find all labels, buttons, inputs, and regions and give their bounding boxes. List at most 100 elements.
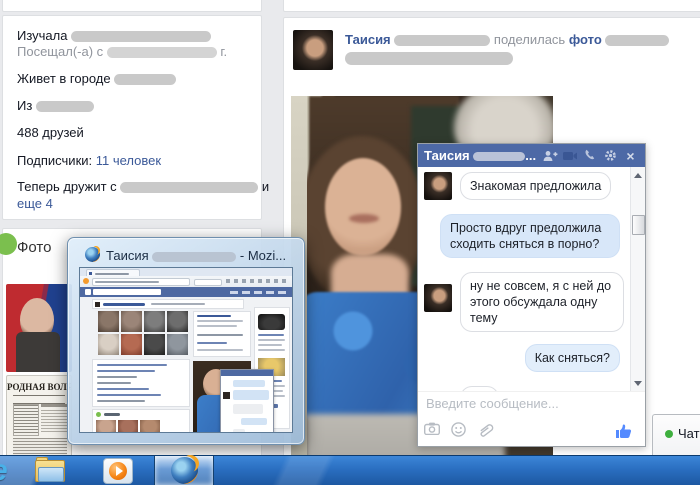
preview-name-strip bbox=[92, 299, 244, 309]
chat-message-area: Знакомая предложила Просто вдруг предолж… bbox=[418, 167, 645, 392]
about-attended: Посещал(-а) с г. bbox=[17, 44, 227, 59]
preview-photos-card bbox=[92, 409, 190, 433]
chat-footer bbox=[418, 391, 645, 446]
preview-post-card bbox=[193, 311, 251, 357]
desktop-screen: Изучала Посещал(-а) с г. Живет в городе … bbox=[0, 0, 700, 485]
preview-ad-car-image bbox=[258, 314, 285, 330]
windows-explorer-icon bbox=[35, 460, 65, 482]
more-friends-link[interactable]: еще 4 bbox=[17, 196, 53, 211]
settings-gear-icon[interactable] bbox=[602, 148, 619, 163]
internet-explorer-icon[interactable]: e bbox=[0, 454, 8, 485]
chat-header[interactable]: Таисия ... × bbox=[418, 144, 645, 167]
preview-toolbar-icons bbox=[226, 279, 288, 283]
chat-scrollbar[interactable] bbox=[630, 167, 645, 392]
redacted-text bbox=[107, 47, 217, 58]
outgoing-bubble: Как сняться? bbox=[525, 344, 620, 372]
chat-message: Просто вдруг предолжила сходить сняться … bbox=[424, 214, 624, 258]
photos-app-icon bbox=[0, 233, 17, 255]
preview-photo bbox=[144, 334, 165, 355]
post-author-link[interactable]: Таисия bbox=[345, 32, 391, 47]
about-friends: 488 друзей bbox=[17, 125, 84, 140]
newspaper-column bbox=[13, 404, 39, 436]
close-icon[interactable]: × bbox=[622, 148, 639, 163]
preview-profile-name bbox=[103, 303, 145, 306]
preview-search-field bbox=[194, 279, 222, 286]
preview-back-button bbox=[83, 278, 89, 284]
incoming-bubble: Знакомая предложила bbox=[460, 172, 611, 200]
redacted-text bbox=[152, 252, 236, 262]
windows-taskbar bbox=[0, 455, 700, 485]
preview-chat-window bbox=[220, 369, 274, 433]
message-input[interactable] bbox=[424, 395, 628, 412]
about-from: Из bbox=[17, 98, 94, 113]
preview-fb-logo bbox=[85, 289, 91, 295]
preview-fb-nav-links bbox=[230, 291, 286, 294]
phone-call-icon[interactable] bbox=[582, 148, 599, 163]
taskbar-preview-window[interactable]: Таисия - Mozi... bbox=[67, 237, 305, 445]
preview-window-title: Таисия - Mozi... bbox=[106, 248, 294, 263]
chat-title: Таисия ... bbox=[424, 148, 539, 163]
preview-left-sidebar bbox=[92, 359, 190, 407]
firefox-icon bbox=[171, 457, 198, 484]
redacted-text bbox=[345, 52, 513, 65]
chat-sidebar-toggle[interactable]: Чат bbox=[652, 414, 700, 457]
incoming-bubble: ну не совсем, я с ней до этого обсуждала… bbox=[460, 272, 624, 332]
redacted-text bbox=[71, 31, 211, 42]
taskbar-firefox-button[interactable] bbox=[154, 456, 214, 485]
about-studied: Изучала bbox=[17, 28, 211, 43]
newspaper-line bbox=[41, 404, 67, 407]
preview-tab-favicon bbox=[89, 272, 92, 275]
followers-link[interactable]: 11 человек bbox=[96, 153, 161, 168]
chat-message: Знакомая предложила bbox=[424, 172, 624, 200]
about-followers: Подписчики: 11 человек bbox=[17, 153, 161, 168]
preview-page-body bbox=[80, 297, 292, 432]
post-header-line2 bbox=[345, 50, 513, 65]
chat-message: Как сняться? bbox=[424, 344, 624, 372]
about-now-friends: Теперь дружит с и bbox=[17, 179, 269, 194]
preview-fb-search bbox=[93, 289, 161, 295]
chat-message: ну не совсем, я с ней до этого обсуждала… bbox=[424, 272, 624, 332]
about-lives: Живет в городе bbox=[17, 71, 176, 86]
online-status-dot bbox=[665, 430, 673, 438]
preview-photo bbox=[121, 311, 142, 332]
redacted-text bbox=[36, 101, 94, 112]
photo-woman-smile bbox=[349, 214, 379, 223]
chat-sidebar-label: Чат bbox=[678, 426, 700, 441]
portrait-body bbox=[16, 332, 60, 372]
thumbs-up-icon[interactable] bbox=[615, 422, 635, 438]
preview-url-field bbox=[92, 278, 190, 286]
preview-photo bbox=[121, 334, 142, 355]
taskbar-explorer-button[interactable] bbox=[28, 456, 72, 485]
profile-about-card: Изучала Посещал(-а) с г. Живет в городе … bbox=[2, 15, 262, 220]
add-person-icon[interactable] bbox=[542, 148, 559, 163]
chat-avatar bbox=[424, 172, 452, 200]
preview-photo bbox=[167, 311, 188, 332]
post-photo-link[interactable]: фото bbox=[569, 32, 602, 47]
redacted-text bbox=[473, 152, 525, 161]
chat-window: Таисия ... × Знакомая предложила bbox=[417, 143, 646, 447]
preview-profile-tabs bbox=[151, 303, 205, 305]
taskbar-media-player-button[interactable] bbox=[96, 456, 140, 485]
paperclip-icon[interactable] bbox=[478, 422, 496, 438]
main-top-card-sliver bbox=[283, 0, 700, 12]
redacted-text bbox=[120, 182, 258, 193]
scroll-down-arrow[interactable] bbox=[634, 381, 642, 386]
camera-icon[interactable] bbox=[424, 422, 442, 438]
newspaper-text bbox=[41, 410, 67, 432]
video-call-icon[interactable] bbox=[562, 148, 579, 163]
preview-facebook-bar bbox=[80, 287, 292, 297]
left-card-top-sliver bbox=[2, 0, 262, 12]
about-more-friends: еще 4 bbox=[17, 196, 53, 211]
redacted-text bbox=[605, 35, 669, 46]
post-header-line1: Таисия поделилась фото bbox=[345, 32, 669, 47]
redacted-text bbox=[394, 35, 490, 46]
redacted-text bbox=[114, 74, 176, 85]
photo-thumbnail[interactable] bbox=[6, 284, 72, 372]
preview-url-text bbox=[95, 281, 159, 283]
smiley-icon[interactable] bbox=[451, 422, 469, 438]
photos-card-title: Фото bbox=[17, 239, 51, 256]
post-author-avatar[interactable] bbox=[293, 30, 333, 70]
newspaper-rule bbox=[13, 395, 65, 404]
scroll-up-arrow[interactable] bbox=[634, 173, 642, 178]
scroll-thumb[interactable] bbox=[632, 215, 645, 235]
